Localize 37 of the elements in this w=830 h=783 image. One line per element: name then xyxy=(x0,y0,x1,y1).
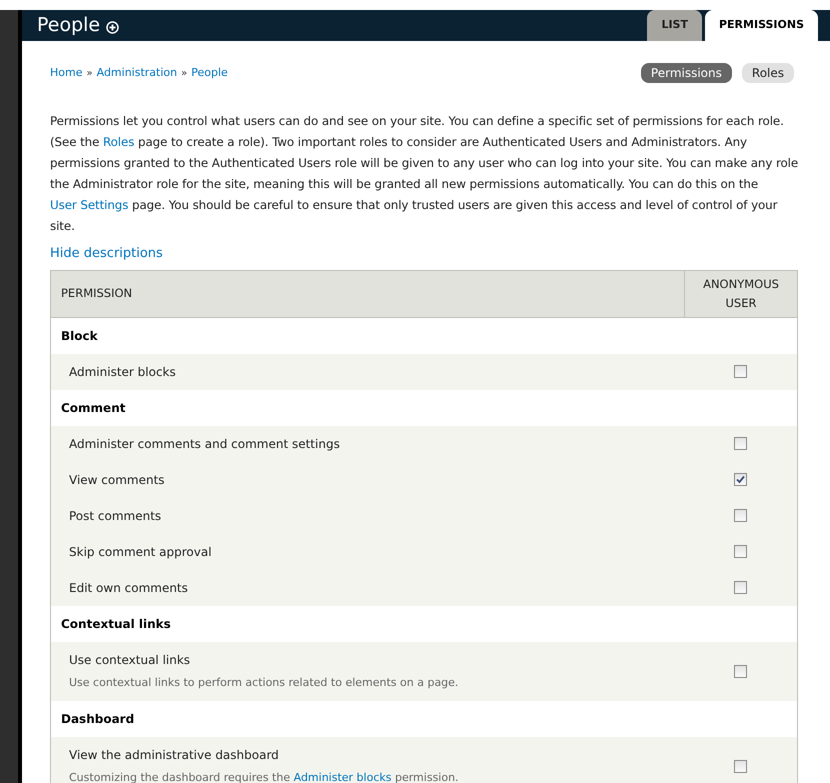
permission-name: Post comments xyxy=(69,508,162,524)
column-header: ANONYMOUS USER xyxy=(684,270,797,316)
permission-description: Use contextual links to perform actions related to elements on a page. xyxy=(69,674,460,691)
checkbox[interactable] xyxy=(734,760,747,772)
secondary-tab[interactable]: Roles xyxy=(742,63,794,83)
permission-name: Administer blocks xyxy=(69,364,177,380)
permission-name: Edit own comments xyxy=(69,580,189,596)
add-shortcut-icon[interactable] xyxy=(106,21,120,34)
breadcrumb-separator: » xyxy=(86,66,93,81)
permission-name: View the administrative dashboard xyxy=(69,746,280,764)
checkmark-icon xyxy=(736,475,745,484)
column-header: PERMISSION xyxy=(60,284,134,302)
checkbox[interactable] xyxy=(734,545,747,558)
secondary-tab[interactable]: Permissions xyxy=(640,63,732,83)
checkbox[interactable] xyxy=(734,664,747,678)
permission-name: Administer comments and comment settings xyxy=(69,436,341,452)
text-link[interactable]: Administer blocks xyxy=(294,770,392,783)
checkbox[interactable] xyxy=(734,365,747,378)
checkbox[interactable] xyxy=(734,509,747,522)
checkbox[interactable] xyxy=(734,581,747,594)
permission-description: Customizing the dashboard requires the Administer blocks permission. xyxy=(69,770,460,783)
permission-name: Skip comment approval xyxy=(69,544,213,560)
breadcrumb-link[interactable]: Administration xyxy=(96,65,178,82)
checkbox[interactable] xyxy=(734,473,747,486)
page-title: People xyxy=(37,13,100,38)
tab[interactable]: LIST xyxy=(647,10,702,41)
permission-name: View comments xyxy=(69,472,166,488)
checkbox[interactable] xyxy=(734,437,747,450)
text-link[interactable]: User Settings xyxy=(50,198,128,212)
hide-descriptions-link[interactable]: Hide descriptions xyxy=(50,244,802,264)
breadcrumb-link[interactable]: People xyxy=(191,65,228,82)
tab[interactable]: PERMISSIONS xyxy=(704,10,818,41)
text-link[interactable]: Roles xyxy=(103,135,134,149)
permission-name: Use contextual links xyxy=(69,652,192,669)
breadcrumb-link[interactable]: Home xyxy=(50,65,82,82)
breadcrumb-separator: » xyxy=(181,66,188,81)
intro-paragraph: Permissions let you control what users can do and see on your site. You can define a specific set of permissions for each role. (See the Roles page to create a role). Two important roles to consider are Authenticated Users and Administrators. Any permissions granted to the Authenticated Users role will be given to any user who can log into your site. You can make any role the Administrator role for the site, meaning this will be granted all new permissions automatically. You can do this on the User Settings page. You should be careful to ensure that only trusted users are given this access and level of control of your site. xyxy=(50,113,800,235)
